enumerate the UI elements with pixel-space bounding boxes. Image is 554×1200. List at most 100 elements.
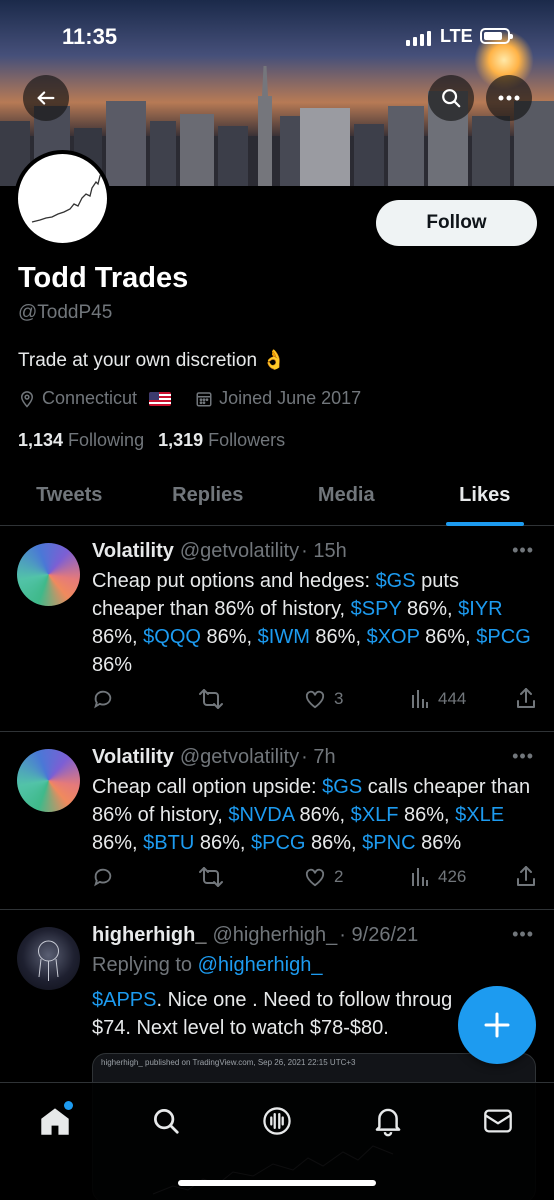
retweet-button[interactable] [198,866,258,888]
tweet-card[interactable]: Volatility @getvolatility · 7h ••• Cheap c… [0,732,554,910]
compose-tweet-button[interactable] [458,986,536,1064]
tab-likes[interactable]: Likes [416,466,554,525]
cashtag-link[interactable]: $PCG [476,626,530,648]
tweet-avatar[interactable] [17,927,80,990]
notification-dot [64,1101,73,1110]
dreamcatcher-icon [38,940,59,981]
cashtag-link[interactable]: $IWM [258,626,310,648]
nav-search[interactable] [146,1101,186,1141]
like-count: 2 [334,867,344,886]
tweet-time: · 15h [301,540,347,562]
views-button[interactable]: 444 [410,689,470,709]
views-icon [412,690,428,708]
tweet-text-segment: Cheap call option upside: [92,776,323,798]
more-options-button[interactable] [486,75,532,121]
cashtag-link[interactable]: $XLE [455,804,504,826]
cashtag-link[interactable]: $PNC [362,832,415,854]
plus-icon [484,1012,510,1038]
nav-spaces[interactable] [257,1101,297,1141]
cashtag-link[interactable]: $IYR [458,598,502,620]
like-button[interactable]: 2 [304,867,364,887]
tweet-avatar[interactable] [17,749,80,812]
tweet-card[interactable]: Volatility @getvolatility · 15h ••• Cheap … [0,526,554,732]
followers-link[interactable]: 1,319 Followers [158,430,285,451]
tab-media[interactable]: Media [277,466,416,525]
cashtag-link[interactable]: $BTU [143,832,194,854]
reply-icon [94,690,112,709]
tweet-text-segment: $74. Next level to watch $78-$80. [92,1017,389,1039]
reply-button[interactable] [92,866,152,888]
tweet-text-segment: 86%, [92,626,144,648]
tweet-text-segment: . Nice one . Need to follow throug [156,989,453,1011]
back-button[interactable] [23,75,69,121]
tweet-author-handle: @getvolatility [179,540,300,562]
retweet-button[interactable] [198,688,258,710]
tweet-header: Volatility @getvolatility · 15h [92,540,347,563]
share-icon [517,688,535,708]
tweet-text-segment: 86%, [92,832,144,854]
cashtag-link[interactable]: $PCG [251,832,305,854]
cashtag-link[interactable]: $NVDA [228,804,294,826]
profile-avatar[interactable] [14,150,111,247]
follow-stats: 1,134 Following 1,319 Followers [18,430,285,451]
retweet-icon [199,867,223,887]
nav-home[interactable] [35,1101,75,1141]
like-button[interactable]: 3 [304,689,364,709]
following-link[interactable]: 1,134 Following [18,430,144,451]
profile-name: Todd Trades [18,262,189,294]
heart-icon [305,690,325,709]
tweet-text-segment: 86%, [305,832,363,854]
profile-bio: Trade at your own discretion 👌 [18,350,286,371]
nav-notifications[interactable] [368,1101,408,1141]
nav-messages[interactable] [478,1101,518,1141]
cashtag-link[interactable]: $QQQ [143,626,201,648]
tweet-author-name[interactable]: higherhigh_ [92,924,206,946]
tweet-header: higherhigh_ @higherhigh_ · 9/26/21 [92,924,418,947]
retweet-icon [199,689,223,709]
tweet-author-name[interactable]: Volatility [92,540,174,562]
tweet-time: · 9/26/21 [339,924,419,946]
views-icon [412,868,428,886]
battery-icon [480,28,513,44]
search-profile-button[interactable] [428,75,474,121]
tweet-text: Cheap call option upside: $GS calls chea… [92,773,536,857]
tweet-text-segment: 86%, [194,832,251,854]
tweet-author-handle: @getvolatility [179,746,300,768]
avatar-chart-image [31,171,103,223]
spaces-icon [263,1107,291,1135]
reply-button[interactable] [92,688,152,710]
replying-to-handle[interactable]: @higherhigh_ [198,954,323,976]
tweet-more-icon[interactable]: ••• [512,924,534,945]
share-icon [517,866,535,886]
cashtag-link[interactable]: $XOP [367,626,420,648]
cashtag-link[interactable]: $APPS [92,989,156,1011]
tweet-more-icon[interactable]: ••• [512,746,534,767]
tab-replies[interactable]: Replies [139,466,278,525]
joined-text: Joined June 2017 [219,388,362,408]
us-flag-icon [149,391,172,406]
tweet-avatar[interactable] [17,543,80,606]
image-caption: higherhigh_ published on TradingView.com… [101,1058,356,1067]
share-button[interactable] [516,866,536,888]
tweet-text-segment: 86%, [293,804,351,826]
profile-handle: @ToddP45 [18,302,113,323]
tweet-more-icon[interactable]: ••• [512,540,534,561]
location-text: Connecticut [42,388,138,408]
like-count: 3 [334,689,344,708]
profile-meta: Connecticut Joined June 2017 [18,388,385,409]
cashtag-link[interactable]: $SPY [351,598,402,620]
tweet-text-segment: Cheap put options and hedges: [92,570,376,592]
profile-tabs: Tweets Replies Media Likes [0,466,554,526]
cashtag-link[interactable]: $GS [376,570,416,592]
more-icon [498,95,520,101]
location-pin-icon [20,390,34,408]
cashtag-link[interactable]: $GS [322,776,362,798]
cashtag-link[interactable]: $XLF [351,804,399,826]
share-button[interactable] [516,688,536,710]
tweet-author-name[interactable]: Volatility [92,746,174,768]
tab-tweets[interactable]: Tweets [0,466,139,525]
tweet-time: · 7h [301,746,336,768]
tweet-text-segment: 86%, [398,804,456,826]
follow-button[interactable]: Follow [376,200,537,246]
views-button[interactable]: 426 [410,867,470,887]
